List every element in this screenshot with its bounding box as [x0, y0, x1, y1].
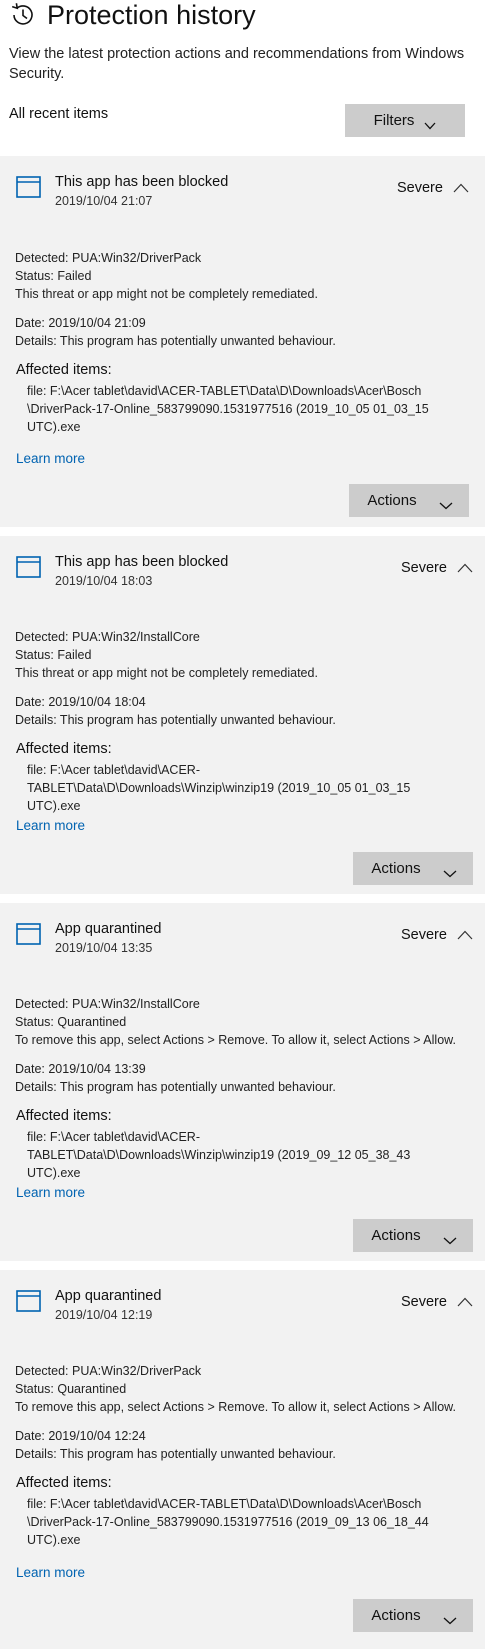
- app-window-icon: [16, 1290, 41, 1312]
- affected-file-path: file: F:\Acer tablet\david\ACER-TABLET\D…: [27, 1497, 429, 1547]
- affected-items-heading: Affected items:: [16, 1475, 112, 1491]
- card-timestamp: 2019/10/04 18:03: [55, 574, 153, 588]
- detected-field: Detected: PUA:Win32/DriverPack: [15, 251, 202, 265]
- card-title: App quarantined: [55, 1288, 162, 1304]
- chevron-up-icon[interactable]: [455, 558, 475, 578]
- learn-more-link[interactable]: Learn more: [16, 818, 85, 833]
- severity-label: Severe: [401, 1294, 447, 1310]
- card-timestamp: 2019/10/04 12:19: [55, 1308, 153, 1322]
- affected-file-path: file: F:\Acer tablet\david\ACER-TABLET\D…: [27, 763, 411, 813]
- details-field: Details: This program has potentially un…: [15, 713, 336, 727]
- actions-button[interactable]: Actions: [349, 484, 469, 517]
- status-field: Status: Quarantined: [15, 1382, 127, 1396]
- severity-label: Severe: [401, 927, 447, 943]
- date-field: Date: 2019/10/04 18:04: [15, 695, 146, 709]
- card-timestamp: 2019/10/04 13:35: [55, 941, 153, 955]
- card-title: This app has been blocked: [55, 554, 229, 570]
- learn-more-link[interactable]: Learn more: [16, 451, 85, 466]
- threat-card: This app has been blocked 2019/10/04 18:…: [0, 536, 485, 894]
- page-title: Protection history: [47, 0, 256, 30]
- actions-button-label: Actions: [371, 1227, 421, 1244]
- filters-button[interactable]: Filters: [345, 104, 465, 137]
- learn-more-link[interactable]: Learn more: [16, 1185, 85, 1200]
- app-window-icon: [16, 556, 41, 578]
- title-row: Protection history: [9, 0, 256, 30]
- chevron-down-icon: [443, 865, 457, 877]
- chevron-up-icon[interactable]: [455, 1292, 475, 1312]
- remediation-note: This threat or app might not be complete…: [15, 287, 318, 301]
- actions-button[interactable]: Actions: [353, 852, 473, 885]
- date-field: Date: 2019/10/04 21:09: [15, 316, 146, 330]
- page-header: Protection history View the latest prote…: [0, 0, 489, 156]
- detected-field: Detected: PUA:Win32/DriverPack: [15, 1364, 202, 1378]
- affected-items-heading: Affected items:: [16, 362, 112, 378]
- status-field: Status: Quarantined: [15, 1015, 127, 1029]
- status-field: Status: Failed: [15, 269, 92, 283]
- card-title: This app has been blocked: [55, 174, 229, 190]
- filters-button-label: Filters: [373, 112, 415, 129]
- actions-button-label: Actions: [367, 492, 417, 509]
- severity-label: Severe: [397, 180, 443, 196]
- all-recent-items-label: All recent items: [9, 106, 109, 122]
- details-field: Details: This program has potentially un…: [15, 334, 336, 348]
- card-timestamp: 2019/10/04 21:07: [55, 194, 153, 208]
- details-field: Details: This program has potentially un…: [15, 1447, 336, 1461]
- app-window-icon: [16, 176, 41, 198]
- learn-more-link[interactable]: Learn more: [16, 1565, 85, 1580]
- actions-button-label: Actions: [371, 860, 421, 877]
- status-field: Status: Failed: [15, 648, 92, 662]
- chevron-down-icon: [443, 1232, 457, 1244]
- actions-button[interactable]: Actions: [353, 1599, 473, 1632]
- remediation-note: To remove this app, select Actions > Rem…: [15, 1033, 456, 1047]
- threat-card: This app has been blocked 2019/10/04 21:…: [0, 156, 485, 527]
- affected-items-heading: Affected items:: [16, 1108, 112, 1124]
- page-description: View the latest protection actions and r…: [9, 46, 465, 82]
- chevron-down-icon: [424, 117, 436, 129]
- card-title: App quarantined: [55, 921, 162, 937]
- chevron-up-icon[interactable]: [455, 925, 475, 945]
- affected-file-path: file: F:\Acer tablet\david\ACER-TABLET\D…: [27, 384, 429, 434]
- app-window-icon: [16, 923, 41, 945]
- chevron-down-icon: [443, 1612, 457, 1624]
- remediation-note: To remove this app, select Actions > Rem…: [15, 1400, 456, 1414]
- actions-button[interactable]: Actions: [353, 1219, 473, 1252]
- chevron-down-icon: [439, 497, 453, 509]
- history-icon: [9, 2, 35, 28]
- affected-items-heading: Affected items:: [16, 741, 112, 757]
- detected-field: Detected: PUA:Win32/InstallCore: [15, 997, 200, 1011]
- detected-field: Detected: PUA:Win32/InstallCore: [15, 630, 200, 644]
- remediation-note: This threat or app might not be complete…: [15, 666, 318, 680]
- date-field: Date: 2019/10/04 13:39: [15, 1062, 146, 1076]
- threat-card: App quarantined 2019/10/04 13:35 Severe …: [0, 903, 485, 1261]
- date-field: Date: 2019/10/04 12:24: [15, 1429, 146, 1443]
- threat-card: App quarantined 2019/10/04 12:19 Severe …: [0, 1270, 485, 1649]
- details-field: Details: This program has potentially un…: [15, 1080, 336, 1094]
- actions-button-label: Actions: [371, 1607, 421, 1624]
- chevron-up-icon[interactable]: [451, 178, 471, 198]
- affected-file-path: file: F:\Acer tablet\david\ACER-TABLET\D…: [27, 1130, 411, 1180]
- severity-label: Severe: [401, 560, 447, 576]
